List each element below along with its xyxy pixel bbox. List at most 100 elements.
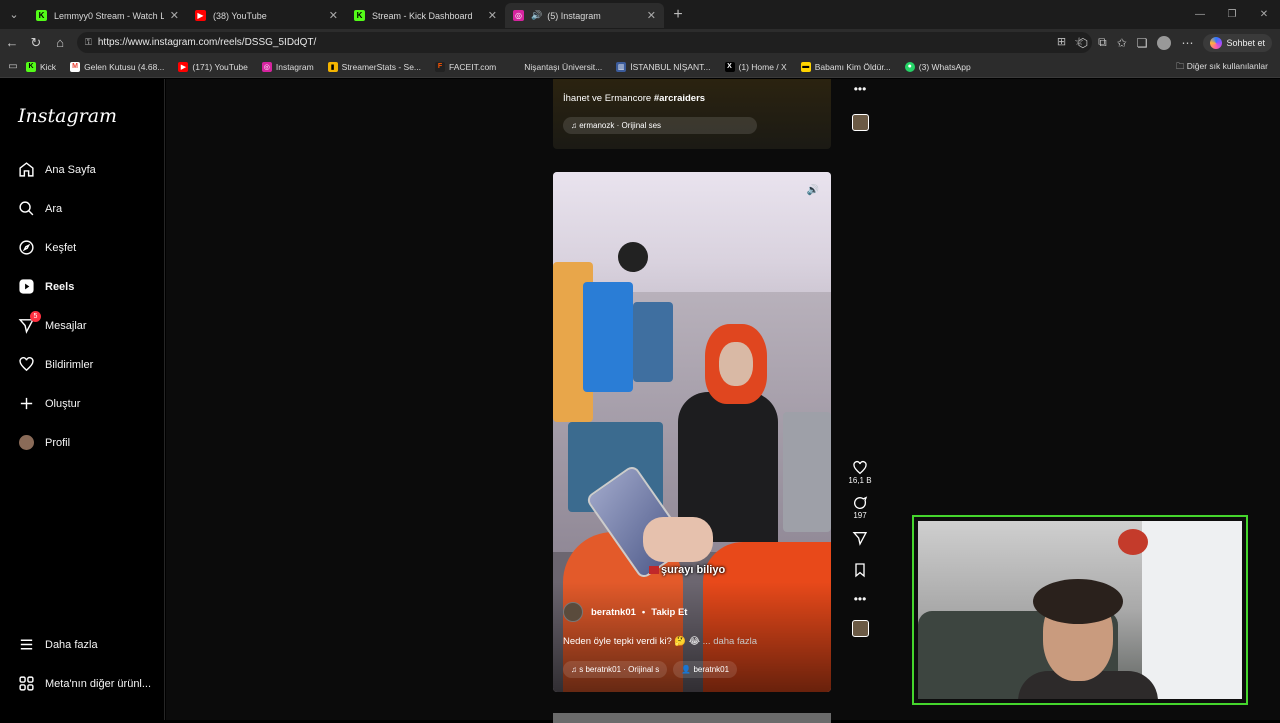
- subtitle-text: şurayı biliyo: [661, 564, 726, 576]
- bookmark-whatsapp[interactable]: ● (3) WhatsApp: [904, 61, 971, 72]
- back-icon[interactable]: ←: [0, 35, 24, 50]
- comment-button[interactable]: 197: [852, 495, 868, 520]
- next-reel-preview[interactable]: [553, 713, 831, 723]
- close-tab-icon[interactable]: ✕: [170, 9, 179, 22]
- audio-chip[interactable]: ♫ s beratnk01 · Orijinal s: [563, 661, 668, 678]
- youtube-icon: ▶: [195, 10, 206, 21]
- sidebar-item-label: Profil: [45, 436, 71, 449]
- bookmark-faceit[interactable]: F FACEIT.com: [435, 61, 496, 72]
- close-tab-icon[interactable]: ✕: [488, 9, 497, 22]
- menu-icon: [18, 636, 35, 653]
- bookmark-instagram[interactable]: ◎ Instagram: [261, 61, 314, 72]
- share-icon: [852, 532, 868, 546]
- split-screen-icon[interactable]: ⧉: [1098, 35, 1107, 50]
- speaker-icon[interactable]: 🔊: [531, 10, 542, 21]
- sidebar-item-label: Bildirimler: [45, 358, 94, 371]
- bookmark-babami[interactable]: ▬ Babamı Kim Öldür...: [800, 61, 891, 72]
- collections-icon[interactable]: ❏: [1137, 36, 1148, 50]
- browser-tab-youtube[interactable]: ▶ (38) YouTube ✕: [187, 3, 346, 28]
- webcam-frame: [1033, 579, 1123, 624]
- sidebar-item-explore[interactable]: Keşfet: [18, 239, 76, 256]
- person-icon: 👤: [681, 665, 694, 674]
- more-options-icon[interactable]: •••: [854, 82, 867, 96]
- sidebar-item-reels[interactable]: Reels: [18, 278, 74, 295]
- volume-icon[interactable]: 🔊: [805, 182, 821, 198]
- gmail-icon: M: [70, 61, 81, 72]
- separator: •: [641, 606, 646, 618]
- more-link[interactable]: ... daha fazla: [703, 636, 757, 647]
- url-field[interactable]: ⚿ https://www.instagram.com/reels/DSSG_5…: [77, 32, 1092, 53]
- audio-thumbnail[interactable]: [851, 114, 869, 131]
- other-bookmarks-folder[interactable]: 🗀 Diğer sık kullanılanlar: [1176, 61, 1268, 75]
- favorites-icon[interactable]: ✩: [1117, 36, 1127, 50]
- grid-icon: [18, 675, 35, 692]
- sidebar-item-notifications[interactable]: Bildirimler: [18, 356, 93, 373]
- sidebar-item-search[interactable]: Ara: [18, 200, 62, 217]
- share-button[interactable]: [852, 530, 868, 546]
- audio-label: s beratnk01 · Orijinal s: [579, 665, 660, 674]
- bookmark-label: Instagram: [275, 61, 314, 72]
- browser-tab-instagram[interactable]: ◎ 🔊 (5) Instagram ✕: [505, 3, 664, 28]
- more-options-icon[interactable]: •••: [854, 592, 867, 606]
- like-button[interactable]: 16,1 B: [848, 460, 872, 485]
- sidebar-item-home[interactable]: Ana Sayfa: [18, 161, 96, 178]
- heart-icon: [18, 356, 35, 373]
- sidebar-item-profile[interactable]: Profil: [18, 434, 70, 451]
- bookmark-youtube[interactable]: ▶ (171) YouTube: [178, 61, 248, 72]
- avatar[interactable]: [563, 602, 583, 622]
- browser-tab-kick-dashboard[interactable]: K Stream - Kick Dashboard ✕: [346, 3, 505, 28]
- close-tab-icon[interactable]: ✕: [329, 9, 338, 22]
- sidebar-item-label: Meta'nın diğer ürünl...: [45, 677, 152, 690]
- hashtag-link[interactable]: #arcraiders: [654, 93, 705, 104]
- browser-tab-kick-stream[interactable]: K Lemmyy0 Stream - Watch Live on ✕: [28, 3, 187, 28]
- follow-button[interactable]: Takip Et: [651, 607, 687, 618]
- refresh-icon[interactable]: ↻: [24, 35, 48, 51]
- folder-icon: 🗀: [1175, 61, 1187, 71]
- save-button[interactable]: [852, 562, 868, 578]
- bookmark-nisantasi[interactable]: Nişantaşı Üniversit...: [510, 61, 602, 72]
- bookmark-label: StreamerStats - Se...: [341, 61, 422, 72]
- previous-reel[interactable]: İhanet ve Ermancore #arcraiders ♫ ermano…: [553, 79, 831, 149]
- music-note-icon: ♫: [571, 121, 580, 130]
- reel-video[interactable]: 🔊 şurayı biliyo beratnk01 • Takip Et Ned…: [553, 172, 831, 692]
- webcam-video: [918, 521, 1242, 699]
- x-icon: X: [724, 61, 735, 72]
- minimize-icon[interactable]: —: [1184, 0, 1216, 29]
- audio-chip[interactable]: ♫ ermanozk · Orijinal ses: [563, 117, 757, 134]
- tab-actions-menu-icon[interactable]: ⌄: [0, 0, 28, 29]
- author-username[interactable]: beratnk01: [591, 607, 636, 618]
- audio-label: ermanozk · Orijinal ses: [579, 121, 662, 130]
- bookmark-x[interactable]: X (1) Home / X: [724, 61, 787, 72]
- address-bar-row: ← ↻ ⌂ ⚿ https://www.instagram.com/reels/…: [0, 29, 1280, 56]
- reel-caption: Neden öyle tepki verdi ki? 🤔 😂 ... daha …: [563, 636, 757, 647]
- copilot-button[interactable]: Sohbet et: [1203, 33, 1272, 52]
- apps-icon[interactable]: ⊞: [1057, 35, 1066, 48]
- bookmark-istanbul[interactable]: ▥ İSTANBUL NİŞANT...: [616, 61, 711, 72]
- extensions-icon[interactable]: ⬡: [1078, 36, 1088, 50]
- audio-thumbnail[interactable]: [851, 620, 869, 637]
- new-tab-button[interactable]: +: [664, 6, 692, 24]
- tagged-user-chip[interactable]: 👤 beratnk01: [673, 661, 738, 678]
- site-info-icon[interactable]: ⚿: [85, 37, 92, 48]
- bookmark-streamerstats[interactable]: ▮ StreamerStats - Se...: [327, 61, 422, 72]
- close-window-icon[interactable]: ✕: [1248, 0, 1280, 29]
- sidebar-toggle-icon[interactable]: ▭: [0, 61, 26, 72]
- sidebar-item-label: Oluştur: [45, 397, 81, 410]
- sidebar-item-meta[interactable]: Meta'nın diğer ürünl...: [18, 675, 151, 692]
- instagram-logo[interactable]: Instagram: [18, 105, 117, 127]
- sidebar-item-messages[interactable]: 5 Mesajlar: [18, 311, 87, 334]
- kick-icon: K: [36, 10, 47, 21]
- like-count: 16,1 B: [848, 476, 872, 485]
- sidebar-item-create[interactable]: Oluştur: [18, 395, 80, 412]
- profile-avatar[interactable]: [1157, 35, 1172, 50]
- sidebar-item-more[interactable]: Daha fazla: [18, 636, 98, 653]
- close-tab-icon[interactable]: ✕: [647, 9, 656, 22]
- more-menu-icon[interactable]: ⋯: [1181, 36, 1193, 50]
- restore-icon[interactable]: ❐: [1216, 0, 1248, 29]
- home-icon[interactable]: ⌂: [48, 35, 72, 50]
- comment-count: 197: [853, 511, 867, 520]
- bookmark-gmail[interactable]: M Gelen Kutusu (4.68...: [70, 61, 164, 72]
- bookmark-kick[interactable]: K Kick: [26, 61, 56, 72]
- url-text: https://www.instagram.com/reels/DSSG_5ID…: [97, 37, 317, 48]
- video-frame: [618, 242, 648, 272]
